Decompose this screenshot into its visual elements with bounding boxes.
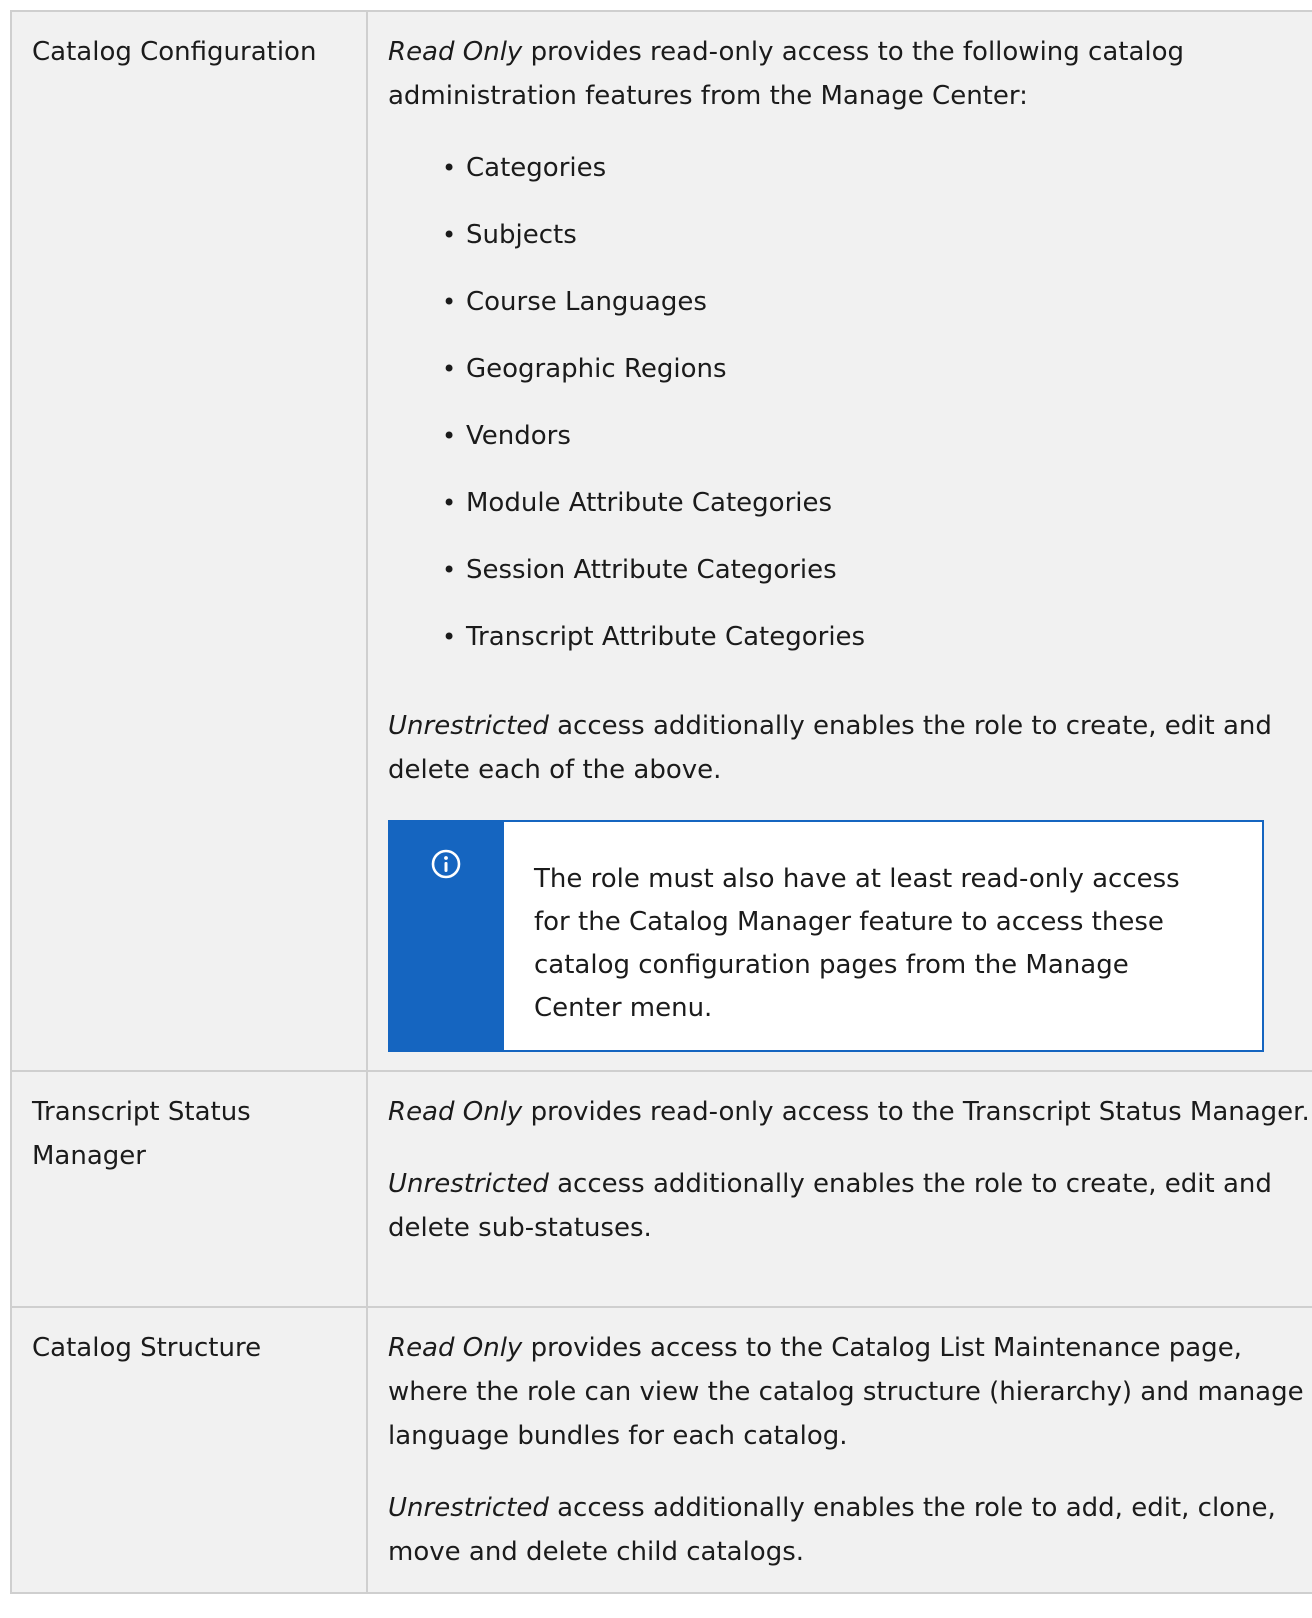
bullet-icon: •: [442, 288, 457, 316]
list-item: • Geographic Regions: [438, 347, 1310, 414]
read-only-paragraph: Read Only provides access to the Catalog…: [388, 1326, 1310, 1458]
unrestricted-paragraph: Unrestricted access additionally enables…: [388, 1162, 1310, 1250]
list-item-label: Geographic Regions: [466, 354, 727, 384]
list-item: • Module Attribute Categories: [438, 481, 1310, 548]
list-item: • Subjects: [438, 213, 1310, 280]
list-item-label: Module Attribute Categories: [466, 488, 833, 518]
list-item-label: Transcript Attribute Categories: [466, 622, 866, 652]
list-item: • Transcript Attribute Categories: [438, 615, 1310, 682]
bullet-icon: •: [442, 154, 457, 182]
info-note: The role must also have at least read-on…: [388, 820, 1264, 1052]
table-row: Catalog Configuration Read Only provides…: [10, 10, 1312, 1072]
unrestricted-term: Unrestricted: [388, 711, 549, 741]
unrestricted-paragraph: Unrestricted access additionally enables…: [388, 704, 1310, 792]
table-row: Transcript Status Manager Read Only prov…: [10, 1070, 1312, 1308]
feature-name-cell: Catalog Configuration: [10, 10, 368, 1072]
list-item: • Session Attribute Categories: [438, 548, 1310, 615]
info-icon: [430, 848, 462, 1050]
unrestricted-paragraph: Unrestricted access additionally enables…: [388, 1486, 1310, 1574]
bullet-icon: •: [442, 489, 457, 517]
list-item-label: Course Languages: [466, 287, 707, 317]
feature-name: Transcript Status Manager: [32, 1097, 251, 1171]
bullet-icon: •: [442, 355, 457, 383]
read-only-term: Read Only: [388, 37, 523, 67]
bullet-icon: •: [442, 422, 457, 450]
feature-description-cell: Read Only provides read-only access to t…: [366, 10, 1312, 1072]
bullet-icon: •: [442, 556, 457, 584]
feature-name: Catalog Configuration: [32, 37, 317, 67]
read-only-text: provides read-only access to the Transcr…: [522, 1097, 1310, 1127]
list-item: • Course Languages: [438, 280, 1310, 347]
read-only-paragraph: Read Only provides read-only access to t…: [388, 30, 1310, 118]
permissions-table: Catalog Configuration Read Only provides…: [10, 10, 1312, 1594]
unrestricted-term: Unrestricted: [388, 1493, 549, 1523]
list-item-label: Session Attribute Categories: [466, 555, 837, 585]
list-item-label: Vendors: [466, 421, 571, 451]
feature-list: • Categories • Subjects • Course Languages …: [438, 146, 1310, 682]
feature-name-cell: Transcript Status Manager: [10, 1070, 368, 1308]
table-row: Catalog Structure Read Only provides acc…: [10, 1306, 1312, 1594]
info-note-text: The role must also have at least read-on…: [534, 864, 1180, 1023]
feature-description-cell: Read Only provides access to the Catalog…: [366, 1306, 1312, 1594]
unrestricted-term: Unrestricted: [388, 1169, 549, 1199]
feature-name-cell: Catalog Structure: [10, 1306, 368, 1594]
read-only-text: provides access to the Catalog List Main…: [388, 1333, 1304, 1451]
bullet-icon: •: [442, 623, 457, 651]
feature-name: Catalog Structure: [32, 1333, 262, 1363]
read-only-paragraph: Read Only provides read-only access to t…: [388, 1090, 1310, 1134]
info-note-bar: [388, 822, 504, 1050]
list-item-label: Subjects: [466, 220, 577, 250]
read-only-term: Read Only: [388, 1097, 523, 1127]
permissions-page: Catalog Configuration Read Only provides…: [10, 10, 1312, 1618]
bullet-icon: •: [442, 221, 457, 249]
feature-description-cell: Read Only provides read-only access to t…: [366, 1070, 1312, 1308]
list-item-label: Categories: [466, 153, 607, 183]
list-item: • Categories: [438, 146, 1310, 213]
read-only-term: Read Only: [388, 1333, 523, 1363]
list-item: • Vendors: [438, 414, 1310, 481]
